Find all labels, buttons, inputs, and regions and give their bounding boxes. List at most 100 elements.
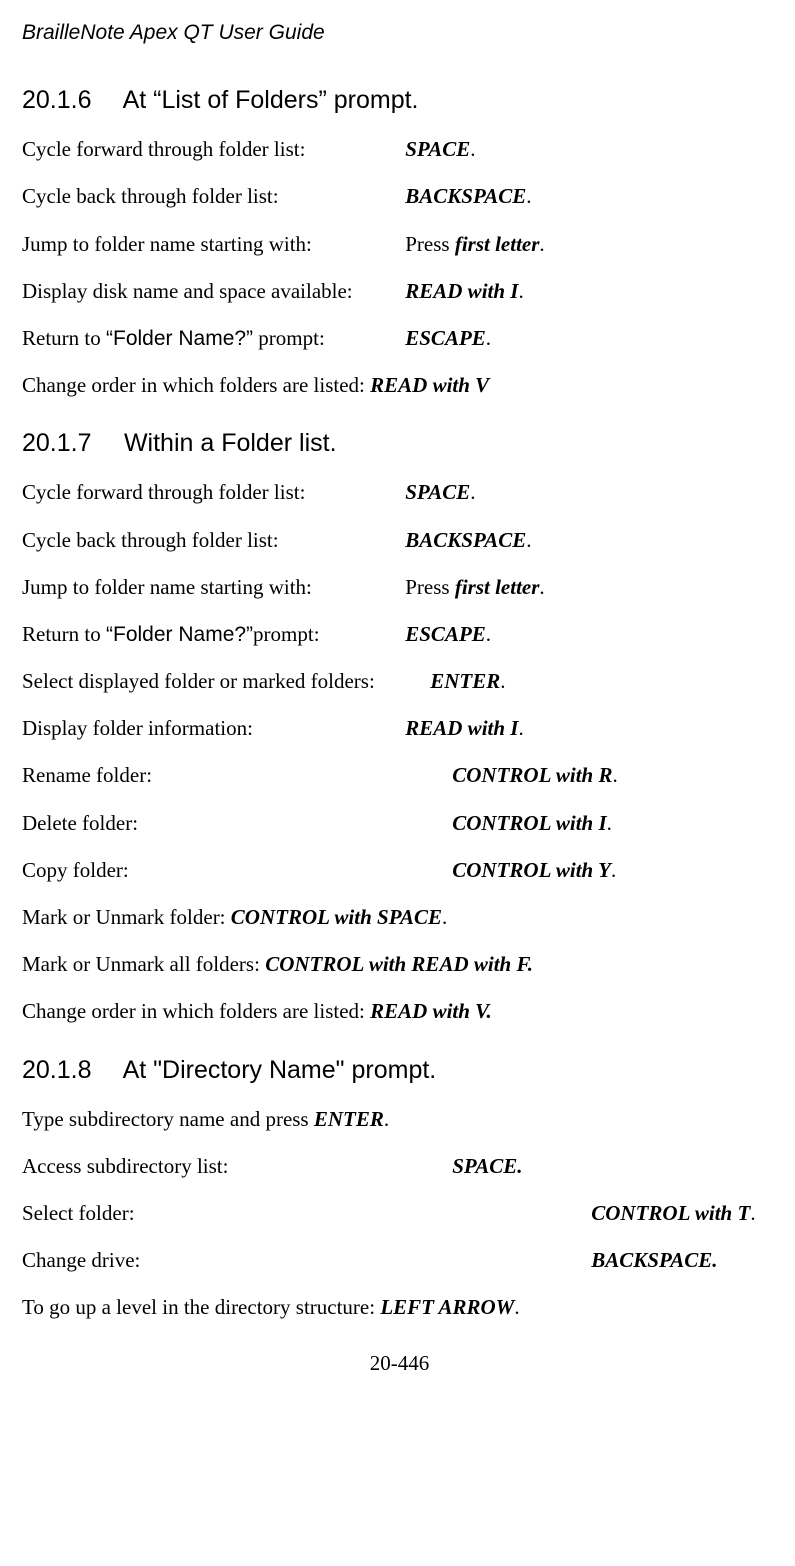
entry-prompt: “Folder Name?”: [106, 327, 253, 350]
entry-desc-b: prompt:: [253, 622, 320, 646]
entry-key: CONTROL with Y: [452, 858, 611, 882]
entry-desc: Jump to folder name starting with:: [22, 232, 400, 257]
entry-key: CONTROL with R: [452, 763, 612, 787]
document-header: BrailleNote Apex QT User Guide: [22, 20, 777, 45]
entry-key: READ with V.: [370, 999, 492, 1023]
entry-row: Jump to folder name starting with: Press…: [22, 575, 777, 600]
entry-row: Return to “Folder Name?” prompt: ESCAPE.: [22, 326, 777, 351]
entry-key: ESCAPE: [405, 622, 486, 646]
section-title: At "Directory Name" prompt.: [123, 1056, 437, 1084]
entry-key: first letter: [455, 575, 540, 599]
entry-prefix: Press: [405, 232, 455, 256]
entry-prompt: “Folder Name?”: [106, 623, 253, 646]
entry-row: Select displayed folder or marked folder…: [22, 669, 777, 694]
entry-suffix: .: [526, 184, 531, 208]
entry-row: Change order in which folders are listed…: [22, 373, 777, 398]
entry-suffix: .: [470, 480, 475, 504]
entry-desc-a: Return to: [22, 622, 106, 646]
entry-key: first letter: [455, 232, 540, 256]
entry-desc: Rename folder:: [22, 763, 447, 788]
entry-row: To go up a level in the directory struct…: [22, 1295, 777, 1320]
entry-key: READ with I: [405, 279, 518, 303]
entry-desc: Cycle back through folder list:: [22, 528, 400, 553]
entry-key: CONTROL with I: [452, 811, 606, 835]
entry-key: CONTROL with SPACE: [231, 905, 442, 929]
entry-desc: Mark or Unmark folder:: [22, 905, 231, 929]
entry-row: Return to “Folder Name?”prompt: ESCAPE.: [22, 622, 777, 647]
entry-key: READ with V: [370, 373, 489, 397]
entry-desc: Cycle forward through folder list:: [22, 137, 400, 162]
entry-row: Change order in which folders are listed…: [22, 999, 777, 1024]
entry-suffix: .: [607, 811, 612, 835]
entry-desc: Change order in which folders are listed…: [22, 999, 370, 1023]
entry-suffix: .: [611, 858, 616, 882]
entry-desc: Change drive:: [22, 1248, 586, 1273]
entry-row: Cycle forward through folder list: SPACE…: [22, 137, 777, 162]
section-number: 20.1.8: [22, 1055, 117, 1085]
entry-row: Access subdirectory list: SPACE.: [22, 1154, 777, 1179]
entry-suffix: .: [486, 622, 491, 646]
section-number: 20.1.6: [22, 85, 117, 115]
entry-desc: Mark or Unmark all folders:: [22, 952, 265, 976]
entry-row: Cycle back through folder list: BACKSPAC…: [22, 528, 777, 553]
page-number: 20-446: [22, 1351, 777, 1376]
entry-row: Change drive: BACKSPACE.: [22, 1248, 777, 1273]
entry-key: CONTROL with T: [591, 1201, 750, 1225]
entry-row: Copy folder: CONTROL with Y.: [22, 858, 777, 883]
entry-suffix: .: [539, 232, 544, 256]
entry-row: Mark or Unmark all folders: CONTROL with…: [22, 952, 777, 977]
entry-suffix: .: [384, 1107, 389, 1131]
entry-suffix: .: [500, 669, 505, 693]
entry-key: BACKSPACE: [405, 184, 526, 208]
entry-key: SPACE: [405, 137, 470, 161]
entry-suffix: .: [539, 575, 544, 599]
entry-row: Cycle forward through folder list: SPACE…: [22, 480, 777, 505]
section-number: 20.1.7: [22, 428, 117, 458]
entry-row: Select folder: CONTROL with T.: [22, 1201, 777, 1226]
entry-desc: Display folder information:: [22, 716, 400, 741]
entry-desc-b: prompt:: [253, 326, 325, 350]
entry-key: CONTROL with READ with F.: [265, 952, 533, 976]
entry-suffix: .: [518, 279, 523, 303]
entry-key: ESCAPE: [405, 326, 486, 350]
entry-row: Display folder information: READ with I.: [22, 716, 777, 741]
entry-row: Delete folder: CONTROL with I.: [22, 811, 777, 836]
entry-desc: Display disk name and space available:: [22, 279, 400, 304]
entry-row: Jump to folder name starting with: Press…: [22, 232, 777, 257]
entry-desc: Copy folder:: [22, 858, 447, 883]
entry-row: Display disk name and space available: R…: [22, 279, 777, 304]
entry-desc: Jump to folder name starting with:: [22, 575, 400, 600]
entry-prefix: Press: [405, 575, 455, 599]
entry-row: Mark or Unmark folder: CONTROL with SPAC…: [22, 905, 777, 930]
entry-desc: Cycle back through folder list:: [22, 184, 400, 209]
entry-desc: Change order in which folders are listed…: [22, 373, 370, 397]
entry-key: BACKSPACE: [405, 528, 526, 552]
section-title: Within a Folder list.: [124, 429, 337, 457]
entry-key: READ with I: [405, 716, 518, 740]
entry-suffix: .: [486, 326, 491, 350]
section-title: At “List of Folders” prompt.: [123, 86, 419, 114]
entry-key: SPACE: [405, 480, 470, 504]
entry-desc: Cycle forward through folder list:: [22, 480, 400, 505]
entry-row: Rename folder: CONTROL with R.: [22, 763, 777, 788]
entry-row: Cycle back through folder list: BACKSPAC…: [22, 184, 777, 209]
entry-desc: Type subdirectory name and press: [22, 1107, 314, 1131]
entry-suffix: .: [514, 1295, 519, 1319]
entry-key: SPACE.: [452, 1154, 522, 1178]
entry-suffix: .: [442, 905, 447, 929]
entry-suffix: .: [470, 137, 475, 161]
entry-suffix: .: [750, 1201, 755, 1225]
entry-desc: Access subdirectory list:: [22, 1154, 447, 1179]
entry-desc: To go up a level in the directory struct…: [22, 1295, 380, 1319]
entry-key: ENTER: [314, 1107, 384, 1131]
entry-key: LEFT ARROW: [380, 1295, 514, 1319]
entry-key: ENTER: [430, 669, 500, 693]
entry-desc: Return to “Folder Name?”prompt:: [22, 622, 400, 647]
entry-desc: Select folder:: [22, 1201, 586, 1226]
entry-key: BACKSPACE.: [591, 1248, 717, 1272]
entry-suffix: .: [518, 716, 523, 740]
entry-desc-a: Return to: [22, 326, 106, 350]
entry-suffix: .: [613, 763, 618, 787]
section-heading-2: 20.1.7 Within a Folder list.: [22, 428, 777, 458]
entry-desc: Delete folder:: [22, 811, 447, 836]
